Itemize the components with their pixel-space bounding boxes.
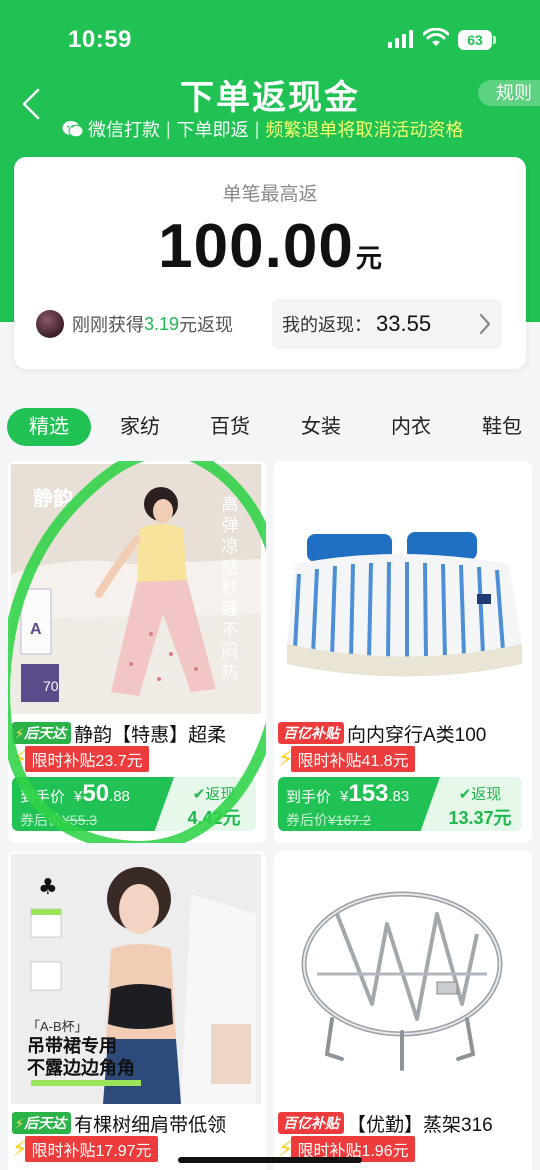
home-indicator[interactable] (178, 1157, 362, 1163)
max-return-unit: 元 (355, 243, 382, 273)
price-box: 到手价 ¥50.88 券后价¥55.3 ✔返现 4.42元 (12, 777, 256, 831)
final-price-value: ¥50.88 (74, 780, 130, 807)
subsidy-tag: ⚡ 限时补贴41.8元 (278, 746, 415, 772)
price-box: 到手价 ¥153.83 券后价¥167.2 ✔返现 13.37元 (278, 777, 522, 831)
signal-icon (388, 30, 414, 48)
product-title: 后天达 有棵树细肩带低领 (12, 1109, 258, 1137)
divider: | (254, 118, 260, 139)
my-cashback-value: 33.55 (376, 311, 432, 336)
cashback-value: 4.42元 (187, 808, 241, 828)
cashback-value: 13.37元 (448, 808, 512, 828)
product-card[interactable]: 静韵 高弹凉感秒睡不闷热 A 70 后天达 静韵【特惠】超柔 ⚡ 限时补贴23.… (8, 461, 266, 843)
tab-home-textile[interactable]: 家纺 (112, 408, 168, 446)
avatar (36, 310, 64, 338)
product-image: 静韵 高弹凉感秒睡不闷热 A 70 (11, 464, 261, 714)
product-title: 后天达 静韵【特惠】超柔 (12, 719, 258, 747)
tab-womens-clothing[interactable]: 女装 (293, 408, 349, 446)
cashback-label: ✔返现 (192, 786, 236, 803)
max-return-label: 单笔最高返 (222, 184, 318, 205)
tab-general-goods[interactable]: 百货 (202, 408, 258, 446)
status-time: 10:59 (68, 26, 132, 53)
subtitle-instant-return: 下单即返 (176, 120, 249, 140)
header-subtitle: 微信打款 | 下单即返 | 频繁退单将取消活动资格 (62, 117, 463, 141)
rules-button[interactable]: 规则 (478, 80, 540, 106)
delivery-badge: 后天达 (12, 1112, 72, 1134)
subsidy-tag: ⚡ 限时补贴23.7元 (12, 746, 149, 772)
product-card[interactable]: 百亿补贴 向内穿行A类100 ⚡ 限时补贴41.8元 到手价 ¥153.83 券… (274, 461, 532, 843)
product-name: 有棵树细肩带低领 (74, 1114, 227, 1136)
final-price-value: ¥153.83 (340, 780, 410, 807)
subsidy-text: 限时补贴23.7元 (25, 746, 149, 772)
bedding-set-illustration (277, 464, 527, 714)
product-name: 向内穿行A类100 (347, 724, 487, 746)
my-cashback-label: 我的返现： (282, 315, 372, 335)
status-bar: 10:59 63 (0, 0, 540, 80)
image-slogan: 高弹凉感秒睡不闷热 (221, 495, 239, 682)
image-slogan-line2: 不露边边角角 (27, 1058, 135, 1078)
cashback-label: ✔返现 (458, 786, 502, 803)
final-price-label: 到手价 (286, 789, 332, 806)
subsidy-badge: 百亿补贴 (278, 722, 344, 744)
final-price: 到手价 ¥50.88 券后价¥55.3 (12, 777, 174, 831)
subsidy-text: 限时补贴17.97元 (25, 1136, 158, 1162)
cashback-amount: ✔返现 4.42元 (172, 777, 256, 831)
recent-cashback-ticker: 刚刚获得 3.19 元返现 (36, 309, 233, 339)
category-tabs: 精选 家纺 百货 女装 内衣 鞋包 (0, 408, 540, 448)
chevron-right-icon (479, 313, 491, 335)
coupon-price: 券后价¥167.2 (286, 812, 371, 828)
product-card[interactable]: ♣ 「A-B杯」 吊带裙专用 不露边边角角 后天达 有棵树细肩带低领 ⚡ 限时补… (8, 851, 266, 1170)
max-return-value: 100.00 (158, 212, 354, 281)
product-title: 百亿补贴 向内穿行A类100 (278, 719, 524, 747)
product-card[interactable]: 百亿补贴 【优勤】蒸架316 ⚡ 限时补贴1.96元 (274, 851, 532, 1170)
coupon-price: 券后价¥55.3 (20, 812, 98, 828)
max-return-amount: 100.00元 (14, 211, 526, 282)
check-circle-icon: ✔ (458, 786, 472, 803)
tab-underwear[interactable]: 内衣 (383, 408, 439, 446)
tab-shoes-bags[interactable]: 鞋包 (474, 408, 530, 446)
product-title: 百亿补贴 【优勤】蒸架316 (278, 1109, 524, 1137)
tab-featured[interactable]: 精选 (7, 408, 91, 446)
cup-size-label: A (30, 621, 42, 638)
recent-suffix: 元返现 (179, 315, 234, 335)
steamer-rack-illustration (277, 854, 527, 1104)
cashback-summary-card: 单笔最高返 100.00元 刚刚获得 3.19 元返现 我的返现： 33.55 (14, 157, 526, 369)
product-name: 静韵【特惠】超柔 (74, 724, 227, 746)
subsidy-text: 限时补贴41.8元 (291, 746, 415, 772)
cashback-amount: ✔返现 13.37元 (438, 777, 522, 831)
divider: | (166, 118, 171, 139)
svg-text:♣: ♣ (38, 875, 58, 900)
product-name: 【优勤】蒸架316 (347, 1114, 493, 1136)
final-price-label: 到手价 (20, 789, 66, 806)
product-image (277, 464, 527, 714)
wifi-icon (423, 28, 449, 46)
battery-icon: 63 (458, 30, 496, 50)
subtitle-warning: 频繁退单将取消活动资格 (265, 120, 464, 140)
subsidy-badge: 百亿补贴 (278, 1112, 344, 1134)
size-label: 70 (43, 678, 59, 694)
wechat-icon (62, 121, 84, 138)
final-price: 到手价 ¥153.83 券后价¥167.2 (278, 777, 440, 831)
page-title: 下单返现金 (180, 79, 360, 117)
recent-prefix: 刚刚获得 (72, 315, 144, 335)
check-circle-icon: ✔ (192, 786, 206, 803)
brand-logo-text: 静韵 (33, 488, 73, 510)
subtitle-wechat-pay: 微信打款 (88, 120, 160, 140)
my-cashback-button[interactable]: 我的返现： 33.55 (272, 299, 502, 349)
product-image: ♣ 「A-B杯」 吊带裙专用 不露边边角角 (11, 854, 261, 1104)
recent-value: 3.19 (144, 313, 180, 334)
subsidy-tag: ⚡ 限时补贴17.97元 (12, 1136, 158, 1162)
delivery-badge: 后天达 (12, 722, 72, 744)
product-image (277, 854, 527, 1104)
